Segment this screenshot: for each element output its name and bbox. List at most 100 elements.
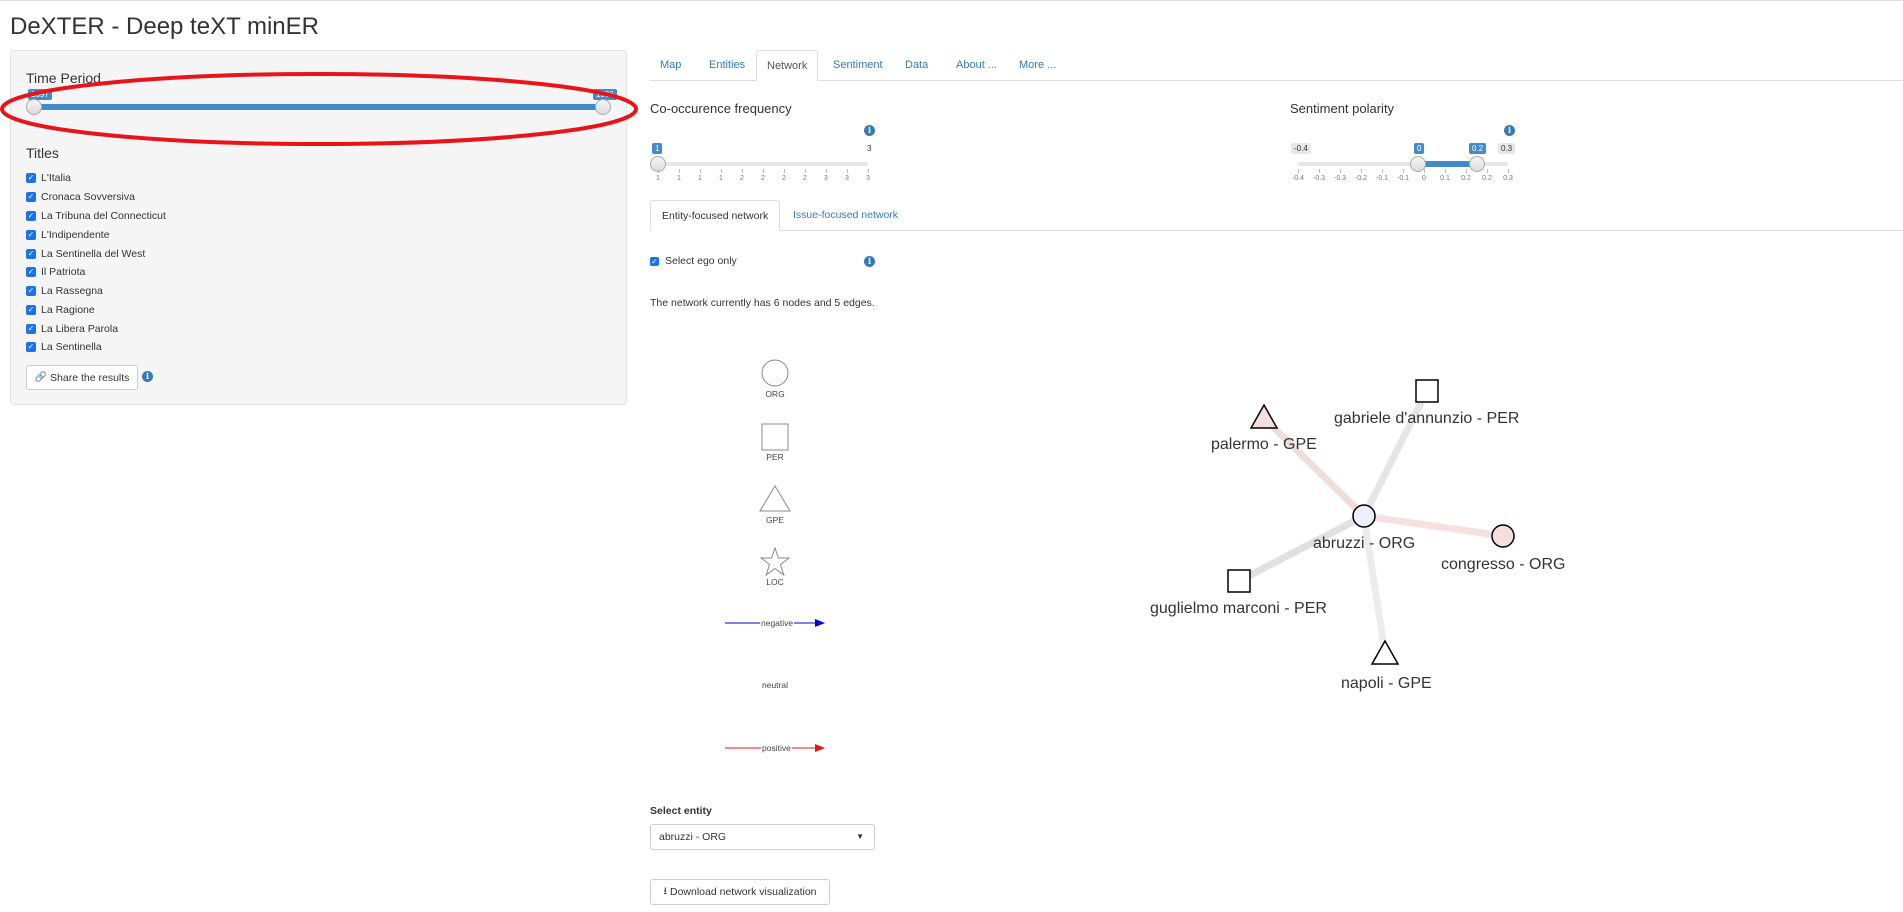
sentiment-tick-mark: [1403, 169, 1404, 173]
title-checkbox-item[interactable]: ✓ L'Indipendente: [26, 227, 110, 243]
cooccurrence-tick-label: 1: [698, 175, 702, 182]
cooccurrence-tick-mark: [805, 169, 806, 173]
node-label-palermo: palermo - GPE: [1211, 436, 1317, 453]
title-checkbox-item[interactable]: ✓ La Rassegna: [26, 283, 103, 299]
sentiment-tick-label: -0.1: [1376, 175, 1389, 182]
info-icon[interactable]: i: [142, 371, 153, 382]
cooccurrence-tick-mark: [784, 169, 785, 173]
title-checkbox-item[interactable]: ✓ La Libera Parola: [26, 321, 118, 337]
checkbox-icon[interactable]: ✓: [26, 192, 36, 202]
title-checkbox-item[interactable]: ✓ La Sentinella: [26, 339, 102, 355]
checkbox-icon[interactable]: ✓: [26, 249, 36, 259]
title-checkbox-item[interactable]: ✓ La Ragione: [26, 302, 95, 318]
cooccurrence-tick-mark: [826, 169, 827, 173]
info-icon[interactable]: i: [864, 125, 875, 136]
sentiment-tick-mark: [1445, 169, 1446, 173]
cooccurrence-tick-mark: [721, 169, 722, 173]
subtabs-divider: [650, 230, 1903, 231]
sentiment-tick-mark: [1508, 169, 1509, 173]
share-results-button[interactable]: 🔗 Share the results: [26, 365, 138, 390]
checkbox-icon[interactable]: ✓: [26, 211, 36, 221]
checkbox-icon[interactable]: ✓: [26, 267, 36, 277]
cooccurrence-tick-label: 2: [761, 175, 765, 182]
cooccurrence-track: [658, 162, 868, 166]
sentiment-to-handle[interactable]: [1469, 156, 1485, 172]
cooccurrence-tick-mark: [658, 169, 659, 173]
info-icon[interactable]: i: [1504, 125, 1515, 136]
node-label-congresso: congresso - ORG: [1441, 556, 1566, 573]
cooccurrence-tick-mark: [847, 169, 848, 173]
sentiment-tick-label: 0.1: [1440, 175, 1450, 182]
legend-org-label: ORG: [765, 389, 785, 399]
node-square-icon: [1227, 569, 1251, 593]
checkbox-icon[interactable]: ✓: [26, 230, 36, 240]
node-circle-icon: [1491, 524, 1515, 548]
sentiment-from: 0: [1414, 143, 1425, 154]
select-entity-dropdown[interactable]: abruzzi - ORG ▼: [650, 824, 875, 850]
select-entity-label: Select entity: [650, 805, 712, 817]
tab-sentiment[interactable]: Sentiment: [823, 50, 893, 80]
tab-data[interactable]: Data: [895, 50, 938, 80]
sentiment-min: -0.4: [1291, 143, 1311, 154]
checkbox-icon[interactable]: ✓: [650, 256, 659, 266]
node-label-gabriele: gabriele d'annunzio - PER: [1334, 410, 1520, 427]
title-checkbox-item[interactable]: ✓ Il Patriota: [26, 264, 85, 280]
legend-loc-label: LOC: [766, 577, 784, 587]
download-icon: ⭳: [663, 885, 668, 897]
legend-neutral-label: neutral: [762, 680, 788, 690]
legend-circle-icon: [761, 359, 789, 387]
cooccurrence-label: Co-occurence frequency: [650, 101, 792, 116]
title-checkbox-item[interactable]: ✓ L'Italia: [26, 170, 71, 186]
sentiment-tick-mark: [1319, 169, 1320, 173]
cooccurrence-tick-label: 1: [656, 175, 660, 182]
sentiment-tick-mark: [1424, 169, 1425, 173]
cooccurrence-tick-label: 2: [803, 175, 807, 182]
edge-palermo: [1261, 415, 1367, 519]
checkbox-icon[interactable]: ✓: [26, 286, 36, 296]
title-checkbox-item[interactable]: ✓ La Tribuna del Connecticut: [26, 208, 166, 224]
info-icon[interactable]: i: [864, 256, 875, 267]
sentiment-tick-mark: [1361, 169, 1362, 173]
legend-star-icon: [759, 546, 791, 577]
network-legend: [725, 359, 825, 752]
node-label-napoli: napoli - GPE: [1341, 675, 1432, 692]
cooccurrence-slider[interactable]: 1 3 1 1 1 1 2 2 2 2 3 3 3: [650, 142, 876, 187]
caret-down-icon: ▼: [856, 832, 864, 841]
tab-entities[interactable]: Entities: [699, 50, 755, 80]
checkbox-icon[interactable]: ✓: [26, 342, 36, 352]
tab-about[interactable]: About ...: [946, 50, 1007, 80]
checkbox-icon[interactable]: ✓: [26, 324, 36, 334]
tab-network[interactable]: Network: [756, 50, 819, 81]
network-summary: The network currently has 6 nodes and 5 …: [650, 297, 875, 309]
sentiment-label: Sentiment polarity: [1290, 101, 1395, 116]
legend-negative-arrow-icon: [815, 619, 825, 627]
sentiment-slider[interactable]: -0.4 0 0.2 0.3 -0.4 -0.3 -0.3 -0.2 -0.1 -0.1 0…: [1290, 142, 1516, 187]
sentiment-ticks: -0.4 -0.3 -0.3 -0.2 -0.1 -0.1 0 0.1 0.2 0.2 0.3: [1290, 169, 1516, 187]
sentiment-tick-label: -0.3: [1334, 175, 1347, 182]
sentiment-tick-label: 0: [1422, 175, 1426, 182]
tab-more[interactable]: More ...: [1009, 50, 1066, 80]
legend-positive-label: positive: [761, 743, 792, 753]
title-checkbox-item[interactable]: ✓ Cronaca Sovversiva: [26, 189, 135, 205]
tab-entity-focused-network[interactable]: Entity-focused network: [650, 200, 781, 231]
download-network-button[interactable]: ⭳ Download network visualization: [650, 879, 830, 905]
tab-map[interactable]: Map: [650, 50, 691, 80]
checkbox-icon[interactable]: ✓: [26, 305, 36, 315]
sentiment-tick-label: -0.3: [1313, 175, 1326, 182]
sentiment-to: 0.2: [1469, 143, 1487, 154]
sentiment-tick-label: 0.2: [1461, 175, 1471, 182]
sentiment-tick-mark: [1340, 169, 1341, 173]
cooccurrence-tick-label: 3: [824, 175, 828, 182]
legend-triangle-icon: [759, 485, 791, 512]
tab-issue-focused-network[interactable]: Issue-focused network: [782, 200, 909, 230]
title-checkbox-item[interactable]: ✓ La Sentinella del West: [26, 246, 145, 262]
checkbox-icon[interactable]: ✓: [26, 173, 36, 183]
cooccurrence-tick-mark: [868, 169, 869, 173]
cooccurrence-tick-label: 3: [866, 175, 870, 182]
cooccurrence-tick-label: 1: [719, 175, 723, 182]
legend-per-label: PER: [766, 452, 784, 462]
sentiment-tick-mark: [1487, 169, 1488, 173]
node-circle-icon: [1352, 504, 1376, 528]
annotation-ellipse: [0, 72, 638, 146]
ego-only-checkbox[interactable]: ✓ Select ego only: [650, 255, 737, 267]
